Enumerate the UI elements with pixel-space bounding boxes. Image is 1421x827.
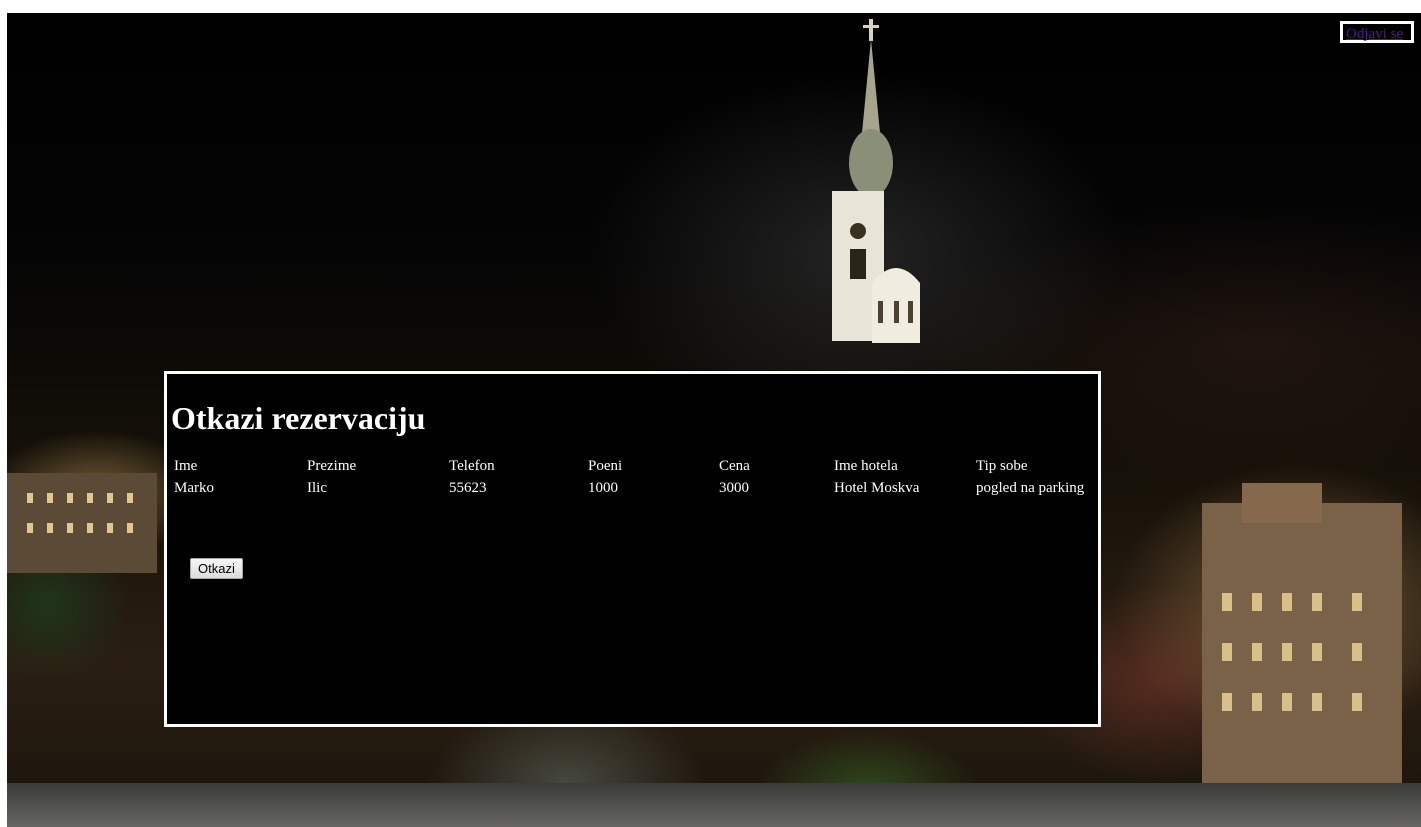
table-cell: 55623 [449, 480, 487, 496]
background-church-tower [832, 19, 920, 343]
background-riverside [7, 783, 1421, 827]
reservation-table: Ime Prezime Telefon Poeni Cena Ime hotel… [171, 458, 1094, 502]
background-right-building [1202, 483, 1402, 783]
column-header: Cena [719, 458, 750, 474]
logout-link[interactable]: Odjavi se [1346, 26, 1403, 42]
table-row: Marko Ilic 55623 1000 3000 Hotel Moskva … [171, 480, 1094, 502]
cancel-reservation-panel: Otkazi rezervaciju Ime Prezime Telefon P… [164, 371, 1101, 727]
table-cell: Marko [174, 480, 214, 496]
table-header-row: Ime Prezime Telefon Poeni Cena Ime hotel… [171, 458, 1094, 480]
column-header: Tip sobe [976, 458, 1028, 474]
cancel-reservation-button[interactable]: Otkazi [190, 558, 243, 579]
table-cell: pogled na parking [976, 480, 1085, 496]
column-header: Ime [174, 458, 198, 474]
table-cell: 3000 [719, 480, 749, 496]
panel-title: Otkazi rezervaciju [171, 400, 426, 436]
background-left-building [7, 473, 157, 573]
table-cell: 1000 [588, 480, 618, 496]
column-header: Poeni [588, 458, 623, 474]
page-background: Odjavi se Otkazi rezervaciju Ime Prezime… [7, 13, 1421, 827]
column-header: Prezime [307, 458, 357, 474]
table-cell: Ilic [307, 480, 327, 496]
column-header: Ime hotela [834, 458, 898, 474]
column-header: Telefon [449, 458, 495, 474]
logout-link-box: Odjavi se [1340, 21, 1414, 43]
table-cell: Hotel Moskva [834, 480, 920, 496]
